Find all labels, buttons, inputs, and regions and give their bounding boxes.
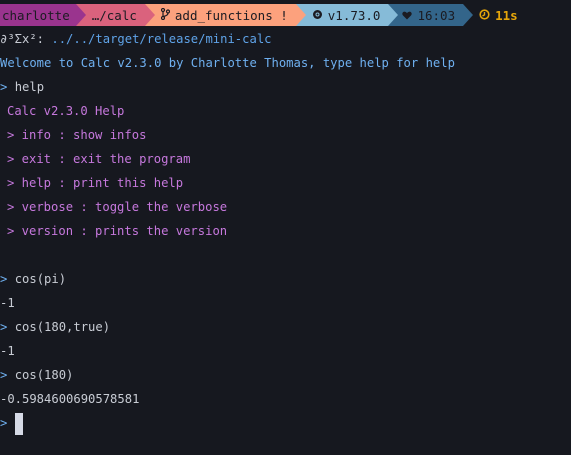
welcome-message: Welcome to Calc v2.3.0 by Charlotte Thom… — [0, 56, 455, 70]
heart-icon — [402, 8, 413, 23]
prompt-rust-segment: v1.73.0 — [295, 4, 399, 26]
repl-input-line: > cos(180,true) — [0, 318, 110, 336]
text-cursor — [14, 412, 23, 435]
help-item-version: > version : prints the version — [7, 224, 228, 238]
prompt-user: charlotte — [2, 7, 70, 23]
shell-prompt-bar: charlotte …/calc add_functions ! v1.73.0… — [0, 4, 522, 26]
clock-icon — [479, 8, 490, 23]
prompt-git-segment: add_functions ! — [144, 4, 306, 26]
repl-prompt-symbol: > — [0, 368, 8, 382]
prompt-dir-segment: …/calc — [75, 4, 155, 26]
repl-input-line: > cos(pi) — [0, 270, 66, 288]
prompt-time: 16:03 — [417, 7, 456, 23]
repl-active-prompt[interactable]: > — [0, 412, 23, 435]
help-item-exit: > exit : exit the program — [7, 152, 191, 166]
repl-input-text: cos(180,true) — [14, 320, 111, 334]
repl-input-line: > cos(180) — [0, 366, 73, 384]
prompt-time-segment: 16:03 — [388, 4, 474, 26]
prompt-duration: 11s — [495, 7, 518, 23]
prompt-directory: …/calc — [91, 7, 137, 23]
prompt-git-branch: add_functions ! — [174, 7, 288, 23]
git-branch-icon — [160, 7, 170, 23]
help-title: Calc v2.3.0 Help — [7, 104, 125, 118]
repl-input-line: > help — [0, 78, 44, 96]
command-prompt-symbol: ∂³Σx²: — [0, 32, 45, 46]
repl-output-line: -1 — [0, 296, 15, 310]
repl-prompt-symbol: > — [0, 80, 8, 94]
help-item-verbose: > verbose : toggle the verbose — [7, 200, 228, 214]
help-item-info: > info : show infos — [7, 128, 147, 142]
command-path: ../../target/release/mini-calc — [44, 32, 272, 46]
rust-gear-icon — [312, 8, 323, 23]
terminal-window[interactable]: charlotte …/calc add_functions ! v1.73.0… — [0, 0, 571, 455]
repl-output-line: -0.5984600690578581 — [0, 392, 140, 406]
help-item-help: > help : print this help — [7, 176, 184, 190]
repl-prompt-symbol: > — [0, 416, 8, 430]
prompt-rust-version: v1.73.0 — [327, 7, 381, 23]
repl-input-text: cos(pi) — [14, 272, 67, 286]
repl-input-text: cos(180) — [14, 368, 74, 382]
repl-output-line: -1 — [0, 344, 15, 358]
prompt-user-segment: charlotte — [0, 4, 86, 26]
repl-input-text: help — [14, 80, 45, 94]
repl-prompt-symbol: > — [0, 272, 8, 286]
command-line: ∂³Σx²: ../../target/release/mini-calc — [0, 30, 272, 48]
repl-prompt-symbol: > — [0, 320, 8, 334]
